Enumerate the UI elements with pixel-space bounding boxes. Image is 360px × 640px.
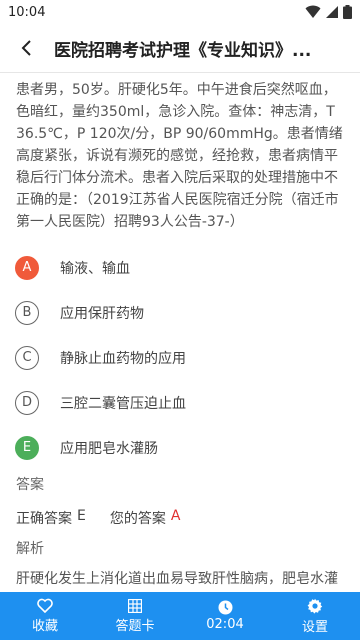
- header: 医院招聘考试护理《专业知识》...: [0, 24, 360, 72]
- correct-answer-label: 正确答案: [16, 511, 72, 527]
- option-c[interactable]: C 静脉止血药物的应用: [0, 335, 360, 380]
- battery-icon: [343, 5, 352, 19]
- your-answer-value: A: [170, 508, 181, 524]
- option-d[interactable]: D 三腔二囊管压迫止血: [0, 380, 360, 425]
- answer-section-label: 答案: [16, 477, 44, 493]
- page-title: 医院招聘考试护理《专业知识》...: [54, 40, 312, 61]
- option-label: 三腔二囊管压迫止血: [60, 395, 186, 412]
- explanation-text: 肝硬化发生上消化道出血易导致肝性脑病，肥皂水灌肠会增加氨的产生和吸收，诱发肝性脑…: [16, 571, 338, 587]
- clock-icon: [218, 600, 232, 615]
- bottom-bar: 收藏 答题卡 02:04 设置: [0, 592, 360, 640]
- status-icons: [305, 5, 352, 19]
- option-letter: E: [15, 435, 39, 460]
- option-b[interactable]: B 应用保肝药物: [0, 290, 360, 335]
- option-label: 应用保肝药物: [60, 305, 144, 322]
- question-content: 患者男，50岁。肝硬化5年。中午进食后突然呕血，色暗红，量约350ml，急诊入院…: [0, 72, 360, 593]
- answer-card-button[interactable]: 答题卡: [90, 592, 180, 640]
- answer-card-label: 答题卡: [115, 618, 155, 634]
- heart-icon: [37, 598, 53, 613]
- explanation-label: 解析: [16, 541, 44, 557]
- correct-answer-value: E: [77, 508, 86, 524]
- status-bar: 10:04: [0, 0, 360, 24]
- option-label: 应用肥皂水灌肠: [60, 440, 158, 457]
- gear-icon: [307, 598, 323, 614]
- option-letter: C: [15, 345, 39, 370]
- option-letter: D: [15, 390, 39, 415]
- chevron-left-icon: [21, 40, 31, 56]
- options-list: A 输液、输血 B 应用保肝药物 C 静脉止血药物的应用 D 三腔二囊管压迫止血…: [0, 245, 360, 470]
- question-text: 患者男，50岁。肝硬化5年。中午进食后突然呕血，色暗红，量约350ml，急诊入院…: [16, 82, 343, 230]
- grid-icon: [128, 598, 142, 613]
- settings-label: 设置: [301, 619, 328, 635]
- favorite-label: 收藏: [31, 619, 58, 634]
- option-a[interactable]: A 输液、输血: [0, 245, 360, 290]
- your-answer-label: 您的答案: [109, 511, 166, 527]
- option-e[interactable]: E 应用肥皂水灌肠: [0, 425, 360, 470]
- answer-row: 正确答案 E 您的答案 A: [16, 508, 344, 528]
- timer-label: 02:04: [206, 617, 244, 632]
- option-label: 静脉止血药物的应用: [60, 350, 186, 367]
- option-letter: A: [15, 255, 39, 280]
- settings-button[interactable]: 设置: [270, 592, 360, 640]
- option-letter: B: [15, 300, 39, 325]
- wifi-icon: [305, 5, 321, 18]
- signal-icon: [326, 6, 338, 18]
- back-button[interactable]: [0, 24, 52, 72]
- favorite-button[interactable]: 收藏: [0, 592, 90, 640]
- option-label: 输液、输血: [60, 260, 130, 277]
- timer-button[interactable]: 02:04: [180, 592, 270, 640]
- status-time: 10:04: [8, 4, 46, 20]
